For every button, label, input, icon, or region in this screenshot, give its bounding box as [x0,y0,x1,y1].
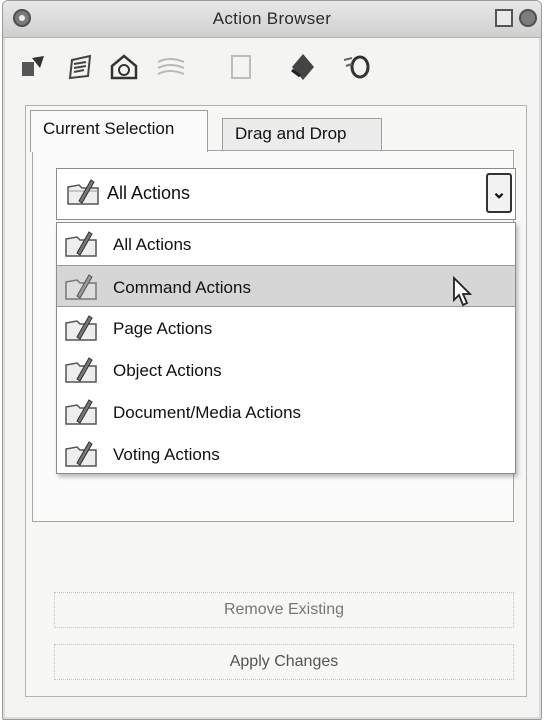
folder-pen-icon [65,315,97,341]
option-label: Document/Media Actions [113,403,302,422]
option-object-actions[interactable]: Object Actions [57,349,515,391]
chevron-down-icon[interactable]: ⌄ [486,173,512,213]
close-button[interactable] [519,9,537,27]
toolbar [3,37,541,95]
folder-pen-icon [65,441,97,467]
apply-changes-button[interactable]: Apply Changes [54,644,514,680]
page-icon[interactable] [107,49,143,85]
folder-pen-icon [65,274,97,300]
folder-pen-icon [67,179,99,205]
tab-drag-and-drop[interactable]: Drag and Drop [222,118,382,150]
option-voting-actions[interactable]: Voting Actions [57,433,515,475]
option-label: Page Actions [113,319,213,338]
remove-existing-button[interactable]: Remove Existing [54,592,514,628]
selected-filter-label: All Actions [107,183,191,203]
stack-icon[interactable] [153,49,189,85]
option-command-actions[interactable]: Command Actions [57,265,515,307]
folder-pen-icon [65,399,97,425]
option-label: Object Actions [113,361,222,380]
folder-pen-icon [65,231,97,257]
tab-current-selection[interactable]: Current Selection [30,110,208,152]
script-icon[interactable] [63,49,99,85]
option-page-actions[interactable]: Page Actions [57,307,515,349]
link-icon[interactable] [339,49,375,85]
blank-icon[interactable] [223,49,259,85]
option-label: All Actions [113,235,192,254]
option-document-media-actions[interactable]: Document/Media Actions [57,391,515,433]
maximize-button[interactable] [495,9,513,27]
option-label: Voting Actions [113,445,220,464]
mouse-pointer-icon [453,276,473,307]
filter-dropdown-list: All Actions Command Actions Page Actions… [56,222,516,474]
option-label: Command Actions [113,278,251,297]
effect-icon[interactable] [285,49,321,85]
title-bar[interactable]: Action Browser [3,1,541,38]
folder-pen-icon [65,357,97,383]
window-title: Action Browser [212,9,332,28]
action-filter-select[interactable]: All Actions ⌄ [56,168,516,220]
option-all-actions[interactable]: All Actions [57,223,515,265]
action-icon[interactable] [15,49,51,85]
